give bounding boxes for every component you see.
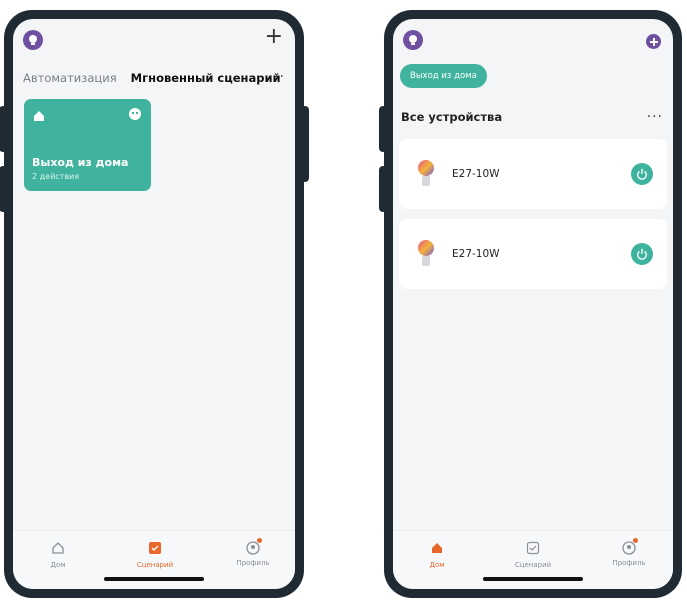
tabbar-label: Профиль — [612, 559, 646, 567]
scene-tabs: Автоматизация Мгновенный сценарий — [23, 68, 287, 88]
section-title: Все устройства — [401, 110, 503, 124]
tabbar-label: Сценарий — [514, 561, 552, 569]
tabbar-profile[interactable]: Профиль — [599, 538, 659, 567]
device-name: E27-10W — [452, 168, 500, 180]
scene-subtitle: 2 действия — [32, 172, 80, 181]
tabbar-label: Дом — [429, 561, 445, 569]
tabbar-label: Профиль — [236, 559, 270, 567]
avatar[interactable] — [23, 30, 43, 50]
device-card[interactable]: E27-10W — [399, 139, 667, 209]
bulb-icon — [418, 160, 434, 186]
tab-automation[interactable]: Автоматизация — [23, 71, 117, 85]
tabbar-home[interactable]: Дом — [407, 541, 467, 569]
home-indicator — [104, 577, 204, 581]
add-icon[interactable] — [646, 34, 661, 49]
tab-instant-scene[interactable]: Мгновенный сценарий — [131, 71, 281, 85]
notification-badge — [257, 538, 262, 543]
tab-bar: Дом Сценарий Профиль — [393, 530, 673, 589]
side-button — [301, 106, 309, 182]
home-icon — [432, 543, 442, 553]
right-screen: Выход из дома Все устройства ··· E27-10W… — [393, 19, 673, 589]
tabbar-label: Сценарий — [136, 561, 174, 569]
tabbar-profile[interactable]: Профиль — [223, 538, 283, 567]
scene-more-icon[interactable] — [129, 108, 141, 120]
bulb-avatar-icon — [409, 35, 417, 45]
profile-icon — [622, 541, 636, 555]
side-button — [0, 166, 7, 212]
tabbar-home[interactable]: Дом — [28, 541, 88, 569]
power-button[interactable] — [631, 163, 653, 185]
side-button — [0, 106, 7, 152]
power-icon — [637, 168, 647, 180]
plus-icon — [649, 37, 658, 46]
scene-icon — [526, 541, 540, 555]
profile-icon — [246, 541, 260, 555]
add-icon[interactable]: + — [265, 26, 283, 48]
notification-badge — [633, 538, 638, 543]
bulb-avatar-icon — [29, 35, 37, 45]
scene-title: Выход из дома — [32, 156, 129, 169]
power-button[interactable] — [631, 243, 653, 265]
avatar[interactable] — [403, 30, 423, 50]
side-button — [379, 166, 387, 212]
home-icon — [52, 542, 64, 554]
side-button — [379, 106, 387, 152]
more-icon[interactable]: ··· — [269, 69, 285, 85]
tabbar-scene[interactable]: Сценарий — [125, 541, 185, 569]
scene-pill[interactable]: Выход из дома — [400, 64, 487, 88]
home-indicator — [483, 577, 583, 581]
device-name: E27-10W — [452, 248, 500, 260]
right-phone: Выход из дома Все устройства ··· E27-10W… — [379, 10, 682, 598]
scene-icon — [149, 542, 161, 554]
tabbar-scene[interactable]: Сценарий — [503, 541, 563, 569]
scene-card[interactable]: Выход из дома 2 действия — [24, 99, 151, 191]
left-phone: + Автоматизация Мгновенный сценарий ··· … — [0, 10, 309, 598]
left-screen: + Автоматизация Мгновенный сценарий ··· … — [13, 19, 295, 589]
more-icon[interactable]: ··· — [647, 109, 663, 125]
power-icon — [637, 248, 647, 260]
tab-bar: Дом Сценарий Профиль — [13, 530, 295, 589]
device-card[interactable]: E27-10W — [399, 219, 667, 289]
tabbar-label: Дом — [50, 561, 66, 569]
bulb-icon — [418, 240, 434, 266]
leave-home-icon — [34, 111, 44, 121]
